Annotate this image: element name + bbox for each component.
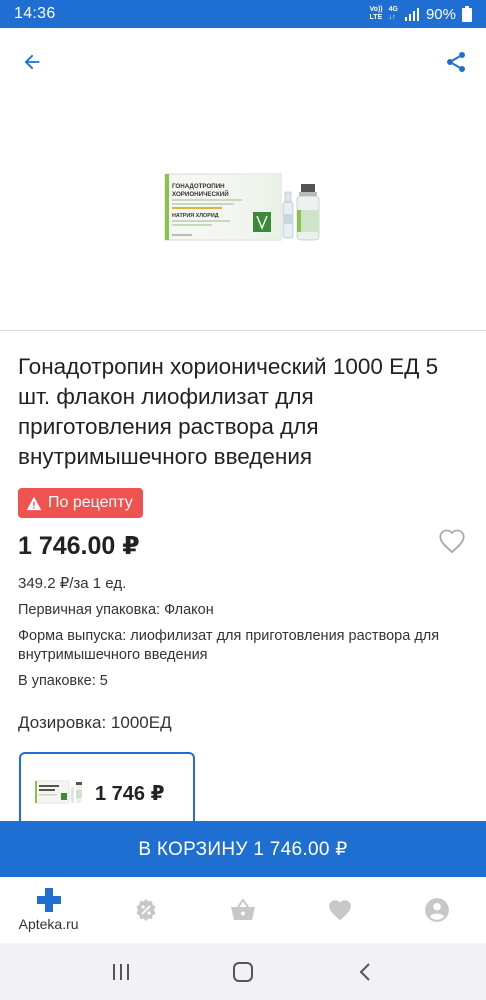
product-title: Гонадотропин хорионический 1000 ЕД 5 шт.… bbox=[18, 354, 439, 469]
prescription-badge-label: По рецепту bbox=[48, 494, 133, 511]
basket-icon bbox=[231, 898, 255, 920]
svg-text:ГОНАДОТРОПИН: ГОНАДОТРОПИН bbox=[172, 183, 225, 190]
system-back-button[interactable] bbox=[345, 952, 385, 992]
arrow-left-icon bbox=[24, 54, 40, 70]
volte-indicator: Vo)) LTE bbox=[369, 6, 383, 21]
nav-item-cart[interactable] bbox=[194, 877, 291, 943]
battery-percent: 90% bbox=[425, 5, 456, 23]
product-photo[interactable]: ГОНАДОТРОПИН ХОРИОНИЧЕСКИЙ НАТРИЯ ХЛОРИД bbox=[163, 166, 323, 250]
nav-item-discounts[interactable] bbox=[97, 877, 194, 943]
home-button[interactable] bbox=[223, 952, 263, 992]
share-button[interactable] bbox=[438, 44, 474, 80]
variant-price: 1 746 ₽ bbox=[95, 783, 165, 805]
share-icon bbox=[447, 52, 465, 72]
nav-item-home[interactable]: Apteka.ru bbox=[0, 877, 97, 943]
svg-text:НАТРИЯ ХЛОРИД: НАТРИЯ ХЛОРИД bbox=[172, 213, 219, 219]
chevron-left-icon bbox=[359, 962, 370, 981]
app-bar bbox=[0, 28, 486, 92]
system-navigation-bar bbox=[0, 943, 486, 1000]
recent-apps-icon bbox=[113, 963, 129, 980]
nav-item-favorites[interactable] bbox=[292, 877, 389, 943]
heart-icon bbox=[329, 900, 352, 921]
home-icon bbox=[233, 961, 253, 982]
back-button[interactable] bbox=[14, 44, 50, 80]
status-time: 14:36 bbox=[14, 5, 56, 22]
discount-badge-icon bbox=[136, 899, 156, 921]
account-icon bbox=[425, 898, 450, 922]
plus-cross-icon bbox=[36, 888, 61, 912]
product-image-area: ГОНАДОТРОПИН ХОРИОНИЧЕСКИЙ НАТРИЯ ХЛОРИД bbox=[0, 92, 486, 330]
svg-text:ХОРИОНИЧЕСКИЙ: ХОРИОНИЧЕСКИЙ bbox=[172, 190, 229, 198]
nav-label-home: Apteka.ru bbox=[18, 916, 79, 932]
battery-icon bbox=[462, 6, 472, 22]
bottom-navigation: Apteka.ru bbox=[0, 877, 486, 943]
dosage: Дозировка: 1000ЕД bbox=[18, 713, 172, 732]
product-price: 1 746.00 ₽ bbox=[18, 532, 140, 560]
variant-card[interactable]: 1 746 ₽ bbox=[19, 752, 195, 832]
add-to-cart-button[interactable]: В КОРЗИНУ 1 746.00 ₽ bbox=[0, 821, 486, 877]
favorite-button[interactable] bbox=[438, 528, 468, 556]
network-type-indicator: 4G ↓↑ bbox=[388, 6, 398, 21]
nav-item-profile[interactable] bbox=[389, 877, 486, 943]
unit-price: 349.2 ₽/за 1 ед. bbox=[18, 575, 127, 592]
signal-icon bbox=[404, 8, 419, 21]
prescription-badge: По рецепту bbox=[18, 488, 143, 518]
variant-thumbnail bbox=[35, 780, 82, 804]
warning-icon bbox=[26, 496, 42, 510]
image-divider bbox=[0, 330, 486, 331]
pack-quantity: В упаковке: 5 bbox=[18, 673, 108, 689]
status-icons: Vo)) LTE 4G ↓↑ 90% bbox=[370, 6, 472, 23]
recent-apps-button[interactable] bbox=[101, 952, 141, 992]
release-form: Форма выпуска: лиофилизат для приготовле… bbox=[18, 628, 440, 663]
heart-outline-icon bbox=[439, 529, 465, 554]
primary-package: Первичная упаковка: Флакон bbox=[18, 602, 214, 618]
status-bar: 14:36 Vo)) LTE 4G ↓↑ 90% bbox=[0, 0, 486, 28]
